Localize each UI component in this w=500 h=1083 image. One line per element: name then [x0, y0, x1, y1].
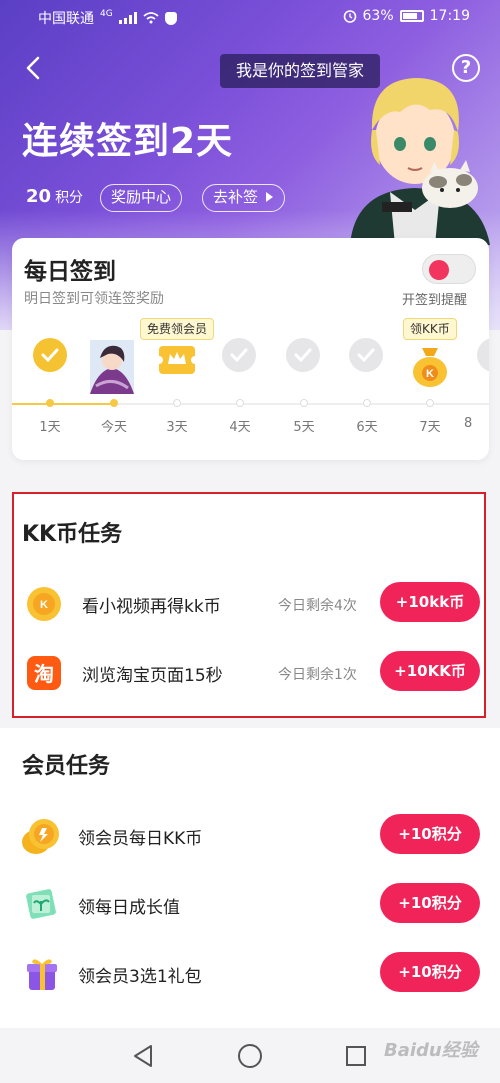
carrier-label: 中国联通: [38, 11, 94, 27]
battery-percent: 63%: [362, 8, 394, 24]
day-label: 6天: [356, 420, 378, 435]
task-name: 领会员3选1礼包: [78, 967, 202, 987]
claim-kk-button[interactable]: +10KK币: [380, 651, 480, 691]
free-vip-tag: 免费领会员: [140, 318, 215, 340]
day-6-icon[interactable]: [336, 338, 396, 372]
check-icon: [294, 348, 312, 363]
progress-track-done: [12, 403, 114, 405]
claim-points-button[interactable]: +10积分: [380, 883, 480, 923]
shield-icon: [164, 11, 177, 25]
day-dot: [46, 399, 54, 407]
task-row: K 看小视频再得kk币 今日剩余4次 +10kk币: [14, 582, 484, 626]
wifi-icon: [143, 12, 159, 24]
reward-center-label: 奖励中心: [111, 188, 172, 206]
member-tasks-section: 会员任务 领会员每日KK币 +10积分 领每日成长值 +10积分 领会员3选1礼…: [0, 728, 500, 1028]
task-name: 看小视频再得kk币: [82, 597, 221, 617]
day-dot: [173, 399, 181, 407]
signal-icon: [118, 12, 137, 24]
crown-ticket-icon[interactable]: [158, 342, 196, 378]
daily-sign-title: 每日签到: [24, 259, 116, 285]
day-1-icon[interactable]: [20, 338, 80, 372]
day-label: 4天: [229, 420, 251, 435]
gift-icon: [27, 959, 57, 990]
streak-title: 连续签到2天: [22, 121, 234, 162]
points-value: 20: [26, 186, 52, 207]
kk-tasks-title: KK币任务: [22, 522, 123, 547]
daily-sign-subtitle: 明日签到可领连签奖励: [24, 291, 164, 307]
makeup-sign-label: 去补签: [213, 188, 259, 206]
watermark: Baidu经验: [384, 1040, 478, 1061]
coin-bag-icon[interactable]: K: [410, 344, 450, 388]
check-icon: [41, 348, 59, 363]
character-avatar[interactable]: [90, 340, 134, 394]
claim-points-button[interactable]: +10积分: [380, 814, 480, 854]
taobao-icon: 淘: [27, 656, 61, 690]
svg-text:淘: 淘: [34, 662, 54, 686]
day-5-icon[interactable]: [273, 338, 333, 372]
network-label: 4G: [100, 9, 113, 19]
daily-sign-card: 每日签到 明日签到可领连签奖励 开签到提醒 免费领会员 领KK币 K 1天 今天…: [12, 238, 489, 460]
kk-coin-tag: 领KK币: [403, 318, 457, 340]
day-dot: [236, 399, 244, 407]
day-label: 今天: [100, 420, 127, 435]
check-icon: [230, 348, 248, 363]
task-row: 领会员每日KK币 +10积分: [10, 814, 500, 858]
member-tasks-title: 会员任务: [22, 754, 111, 779]
day-label: 5天: [293, 420, 315, 435]
growth-icon: [26, 889, 56, 919]
nav-back-icon[interactable]: [132, 1044, 154, 1068]
day-label: 1天: [39, 420, 61, 435]
kk-coin-icon: K: [27, 587, 61, 621]
task-name: 浏览淘宝页面15秒: [82, 666, 223, 686]
reward-center-button[interactable]: 奖励中心: [100, 184, 183, 212]
claim-points-button[interactable]: +10积分: [380, 952, 480, 992]
task-remaining: 今日剩余4次: [278, 598, 357, 614]
character-illustration: [350, 78, 490, 245]
day-dot: [363, 399, 371, 407]
task-name: 领每日成长值: [78, 898, 180, 918]
claim-kk-button[interactable]: +10kk币: [380, 582, 480, 622]
task-row: 领会员3选1礼包 +10积分: [10, 952, 500, 996]
alarm-icon: [343, 10, 356, 23]
day-label: 7天: [419, 420, 441, 435]
check-icon: [357, 348, 375, 363]
svg-text:K: K: [426, 368, 434, 380]
makeup-sign-button[interactable]: 去补签: [202, 184, 285, 212]
task-remaining: 今日剩余1次: [278, 667, 357, 683]
task-row: 淘 浏览淘宝页面15秒 今日剩余1次 +10KK币: [14, 651, 484, 695]
task-row: 领每日成长值 +10积分: [10, 883, 500, 927]
day-label: 3天: [166, 420, 188, 435]
clock: 17:19: [429, 8, 470, 24]
day-label: 8: [464, 416, 473, 431]
day-dot: [110, 399, 118, 407]
kk-coin-tasks-section: KK币任务 K 看小视频再得kk币 今日剩余4次 +10kk币 淘 浏览淘宝页面…: [12, 492, 486, 718]
task-name: 领会员每日KK币: [78, 829, 203, 849]
back-arrow-icon[interactable]: [22, 54, 46, 82]
points-unit: 积分: [55, 190, 84, 206]
coins-icon: [22, 819, 59, 854]
day-dot: [300, 399, 308, 407]
day-4-icon[interactable]: [209, 338, 269, 372]
sign-reminder-label: 开签到提醒: [402, 293, 468, 308]
points-display: 20 积分: [26, 186, 83, 207]
nav-recents-icon[interactable]: [346, 1046, 366, 1066]
day-8-icon[interactable]: [464, 338, 489, 372]
sign-reminder-toggle[interactable]: [422, 254, 476, 284]
play-arrow-icon: [265, 192, 273, 202]
svg-text:K: K: [40, 599, 48, 611]
nav-home-icon[interactable]: [238, 1044, 262, 1068]
battery-icon: [399, 10, 424, 22]
day-dot: [426, 399, 434, 407]
status-bar: 中国联通 4G 63% 17:19: [0, 0, 500, 34]
